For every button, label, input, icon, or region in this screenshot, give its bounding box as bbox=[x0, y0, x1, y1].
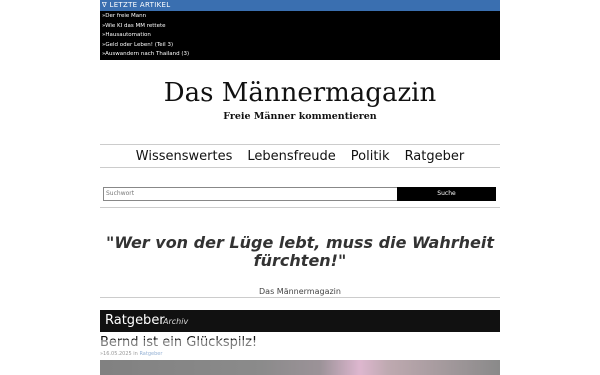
recent-article-link[interactable]: »Auswandern nach Thailand (3) bbox=[102, 50, 500, 60]
nav-item-wissenswertes[interactable]: Wissenswertes bbox=[136, 149, 233, 164]
section-title[interactable]: Ratgeber bbox=[105, 310, 165, 332]
site-title[interactable]: Das Männermagazin bbox=[100, 76, 500, 110]
cookie-overlay bbox=[0, 340, 600, 375]
archive-link[interactable]: Archiv bbox=[163, 311, 188, 333]
recent-article-link[interactable]: »Wie KI das MM rettete bbox=[102, 22, 500, 32]
search-bar: Suchwort Suche bbox=[100, 180, 500, 208]
main-nav: Wissenswertes Lebensfreude Politik Ratge… bbox=[100, 144, 500, 168]
site-subtitle: Freie Männer kommentieren bbox=[223, 111, 377, 122]
recent-article-link[interactable]: »Der freie Mann bbox=[102, 12, 500, 22]
quote-author: Das Männermagazin bbox=[100, 286, 500, 298]
search-button[interactable]: Suche bbox=[397, 187, 496, 201]
quote-text: "Wer von der Lüge lebt, muss die Wahrhei… bbox=[105, 233, 495, 270]
section-header: Ratgeber Archiv bbox=[100, 310, 500, 332]
recent-article-link[interactable]: »Geld oder Leben! (Teil 3) bbox=[102, 41, 500, 51]
recent-articles-heading[interactable]: ∇ LETZTE ARTIKEL bbox=[100, 0, 500, 11]
nav-item-lebensfreude[interactable]: Lebensfreude bbox=[247, 149, 335, 164]
recent-articles-panel: ∇ LETZTE ARTIKEL »Der freie Mann »Wie KI… bbox=[100, 0, 500, 60]
search-input[interactable]: Suchwort bbox=[103, 187, 399, 201]
nav-item-ratgeber[interactable]: Ratgeber bbox=[405, 149, 465, 164]
nav-item-politik[interactable]: Politik bbox=[351, 149, 390, 164]
overlay-button[interactable] bbox=[518, 347, 588, 367]
recent-articles-list: »Der freie Mann »Wie KI das MM rettete »… bbox=[100, 11, 500, 60]
recent-article-link[interactable]: »Hausautomation bbox=[102, 31, 500, 41]
